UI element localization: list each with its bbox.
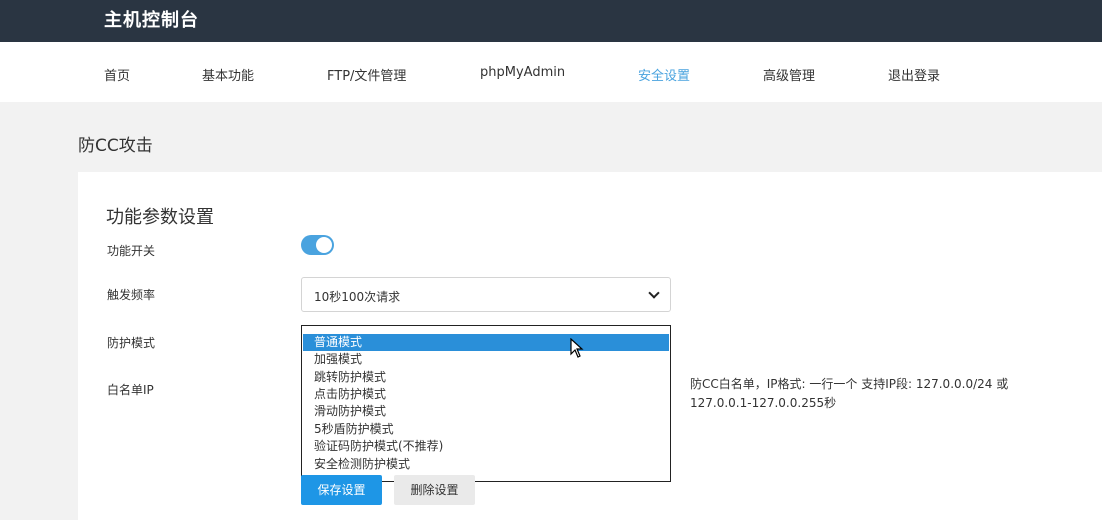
app-title: 主机控制台 xyxy=(104,10,199,31)
frequency-select-value: 10秒100次请求 xyxy=(314,290,401,304)
mode-option-captcha[interactable]: 验证码防护模式(不推荐) xyxy=(303,438,669,455)
nav-item-security-settings[interactable]: 安全设置 xyxy=(638,65,690,84)
feature-toggle-switch[interactable] xyxy=(301,235,334,255)
mode-option-normal[interactable]: 普通模式 xyxy=(303,334,669,351)
frequency-select[interactable]: 10秒100次请求 xyxy=(301,277,671,312)
delete-settings-button[interactable]: 删除设置 xyxy=(394,475,475,505)
nav-item-phpmyadmin[interactable]: phpMyAdmin xyxy=(480,65,565,80)
save-settings-button[interactable]: 保存设置 xyxy=(301,475,382,505)
mode-option-5s-shield[interactable]: 5秒盾防护模式 xyxy=(303,421,669,438)
nav-item-ftp-file-manager[interactable]: FTP/文件管理 xyxy=(327,65,406,84)
chevron-down-icon xyxy=(648,287,660,299)
whitelist-help-line-1: 防CC白名单，IP格式: 一行一个 支持IP段: 127.0.0.0/24 或 xyxy=(690,377,1009,391)
toggle-knob xyxy=(316,237,332,253)
whitelist-label: 白名单IP xyxy=(107,383,154,397)
mode-label: 防护模式 xyxy=(107,336,156,350)
mode-option-slide[interactable]: 滑动防护模式 xyxy=(303,403,669,420)
mode-option-click[interactable]: 点击防护模式 xyxy=(303,386,669,403)
section-title: 功能参数设置 xyxy=(106,207,214,228)
mode-option-enhanced[interactable]: 加强模式 xyxy=(303,351,669,368)
page-title: 防CC攻击 xyxy=(78,136,153,156)
whitelist-help-text: 防CC白名单，IP格式: 一行一个 支持IP段: 127.0.0.0/24 或 … xyxy=(690,375,1050,413)
mode-option-redirect[interactable]: 跳转防护模式 xyxy=(303,369,669,386)
nav-item-home[interactable]: 首页 xyxy=(104,65,130,84)
nav-item-logout[interactable]: 退出登录 xyxy=(888,65,940,84)
switch-label: 功能开关 xyxy=(107,244,156,258)
frequency-label: 触发频率 xyxy=(107,288,156,302)
nav-item-advanced-management[interactable]: 高级管理 xyxy=(763,65,815,84)
mouse-pointer-icon xyxy=(570,338,584,358)
mode-option-security-check[interactable]: 安全检测防护模式 xyxy=(303,456,669,473)
mode-dropdown-list[interactable]: 普通模式 加强模式 跳转防护模式 点击防护模式 滑动防护模式 5秒盾防护模式 验… xyxy=(301,325,671,482)
nav-item-basic-functions[interactable]: 基本功能 xyxy=(202,65,254,84)
whitelist-help-line-2: 127.0.0.1-127.0.0.255秒 xyxy=(690,396,837,410)
main-nav: 首页 基本功能 FTP/文件管理 phpMyAdmin 安全设置 高级管理 退出… xyxy=(0,42,1102,102)
settings-card: 功能参数设置 功能开关 触发频率 10秒100次请求 防护模式 普通模式 加强模… xyxy=(78,172,1102,520)
top-header: 主机控制台 xyxy=(0,0,1102,42)
